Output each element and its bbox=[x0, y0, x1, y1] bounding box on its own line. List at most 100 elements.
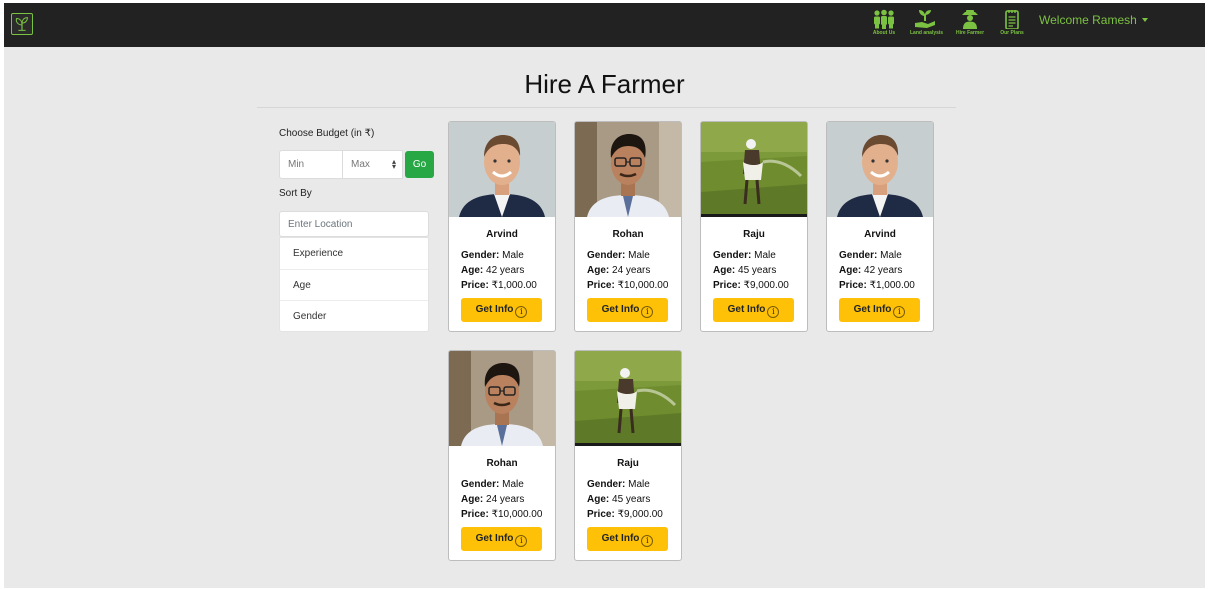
gender-label: Gender: bbox=[587, 250, 626, 261]
info-icon: i bbox=[515, 306, 528, 318]
page-title: Hire A Farmer bbox=[524, 69, 685, 99]
man-glasses-photo bbox=[575, 122, 681, 217]
gender-line: Gender: Male bbox=[713, 250, 776, 261]
get-info-label: Get Info bbox=[601, 304, 640, 315]
age-value: 45 years bbox=[612, 494, 651, 505]
farmer-field-photo bbox=[701, 122, 807, 217]
gender-line: Gender: Male bbox=[587, 479, 650, 490]
price-value: ₹9,000.00 bbox=[743, 280, 789, 291]
age-value: 45 years bbox=[738, 265, 777, 276]
price-value: ₹1,000.00 bbox=[491, 280, 537, 291]
age-line: Age: 45 years bbox=[713, 265, 776, 276]
price-line: Price: ₹9,000.00 bbox=[713, 280, 789, 291]
nav-label: About Us bbox=[872, 30, 896, 36]
price-line: Price: ₹10,000.00 bbox=[587, 280, 668, 291]
farmer-icon bbox=[962, 10, 978, 29]
age-label: Age: bbox=[587, 494, 610, 505]
age-line: Age: 42 years bbox=[839, 265, 902, 276]
plant-hand-icon bbox=[915, 10, 935, 28]
gender-value: Male bbox=[502, 479, 524, 490]
gender-line: Gender: Male bbox=[587, 250, 650, 261]
price-label: Price: bbox=[461, 280, 489, 291]
age-line: Age: 42 years bbox=[461, 265, 524, 276]
budget-min-input[interactable]: Min bbox=[279, 150, 343, 179]
stepper-arrows-icon[interactable]: ▴ ▾ bbox=[392, 158, 396, 171]
get-info-button[interactable]: Get Info i bbox=[461, 298, 542, 322]
budget-max-input[interactable]: Max ▴ ▾ bbox=[342, 150, 403, 179]
get-info-button[interactable]: Get Info i bbox=[461, 527, 542, 551]
get-info-button[interactable]: Get Info i bbox=[587, 298, 668, 322]
budget-label: Choose Budget (in ₹) bbox=[279, 128, 375, 139]
price-label: Price: bbox=[713, 280, 741, 291]
gender-line: Gender: Male bbox=[461, 250, 524, 261]
notepad-icon bbox=[1005, 10, 1019, 29]
farmer-card: Raju Gender: Male Age: 45 years Price: ₹… bbox=[700, 121, 808, 332]
info-icon: i bbox=[515, 535, 528, 547]
age-line: Age: 45 years bbox=[587, 494, 650, 505]
gender-line: Gender: Male bbox=[461, 479, 524, 490]
get-info-button[interactable]: Get Info i bbox=[713, 298, 794, 322]
price-label: Price: bbox=[839, 280, 867, 291]
title-divider bbox=[257, 107, 956, 108]
farmer-name: Raju bbox=[617, 458, 639, 469]
farmer-name: Rohan bbox=[612, 229, 644, 240]
nav-land-analysis[interactable]: Land analysis bbox=[910, 9, 944, 43]
age-value: 24 years bbox=[612, 265, 651, 276]
gender-value: Male bbox=[628, 479, 650, 490]
farmer-field-photo bbox=[575, 351, 681, 446]
age-line: Age: 24 years bbox=[587, 265, 650, 276]
age-label: Age: bbox=[713, 265, 736, 276]
age-label: Age: bbox=[461, 265, 484, 276]
farmer-name: Raju bbox=[743, 229, 765, 240]
get-info-label: Get Info bbox=[475, 533, 514, 544]
leaf-logo-icon[interactable] bbox=[11, 13, 33, 35]
get-info-button[interactable]: Get Info i bbox=[587, 527, 668, 551]
man-glasses-photo bbox=[449, 351, 555, 446]
nav-hire-farmer[interactable]: Hire Farmer bbox=[955, 9, 985, 43]
price-value: ₹9,000.00 bbox=[617, 509, 663, 520]
info-icon: i bbox=[641, 535, 654, 547]
price-value: ₹10,000.00 bbox=[617, 280, 669, 291]
sort-options-list: Experience Age Gender bbox=[279, 237, 429, 332]
gender-label: Gender: bbox=[461, 479, 500, 490]
min-placeholder: Min bbox=[288, 159, 305, 170]
sort-option-gender[interactable]: Gender bbox=[280, 300, 428, 331]
sort-option-age[interactable]: Age bbox=[280, 269, 428, 300]
top-navbar: About Us Land analysis Hire Farmer Our P… bbox=[4, 3, 1205, 47]
price-value: ₹1,000.00 bbox=[869, 280, 915, 291]
price-line: Price: ₹10,000.00 bbox=[461, 509, 542, 520]
gender-value: Male bbox=[880, 250, 902, 261]
price-line: Price: ₹9,000.00 bbox=[587, 509, 663, 520]
user-menu-dropdown[interactable]: Welcome Ramesh bbox=[1039, 13, 1148, 27]
age-value: 42 years bbox=[486, 265, 525, 276]
gender-label: Gender: bbox=[587, 479, 626, 490]
gender-line: Gender: Male bbox=[839, 250, 902, 261]
farmer-card: Rohan Gender: Male Age: 24 years Price: … bbox=[448, 350, 556, 561]
sort-option-experience[interactable]: Experience bbox=[280, 238, 428, 269]
nav-our-plans[interactable]: Our Plans bbox=[997, 9, 1027, 43]
max-placeholder: Max bbox=[351, 159, 370, 170]
age-value: 42 years bbox=[864, 265, 903, 276]
gender-label: Gender: bbox=[839, 250, 878, 261]
go-button[interactable]: Go bbox=[405, 151, 434, 178]
nav-about-us[interactable]: About Us bbox=[869, 9, 899, 43]
man-suit-photo bbox=[449, 122, 555, 217]
price-line: Price: ₹1,000.00 bbox=[461, 280, 537, 291]
price-value: ₹10,000.00 bbox=[491, 509, 543, 520]
farmer-name: Arvind bbox=[864, 229, 896, 240]
get-info-label: Get Info bbox=[475, 304, 514, 315]
page-frame: About Us Land analysis Hire Farmer Our P… bbox=[4, 3, 1205, 588]
location-placeholder: Enter Location bbox=[288, 219, 353, 230]
get-info-button[interactable]: Get Info i bbox=[839, 298, 920, 322]
nav-label: Land analysis bbox=[910, 30, 944, 36]
age-label: Age: bbox=[587, 265, 610, 276]
man-suit-photo bbox=[827, 122, 933, 217]
age-value: 24 years bbox=[486, 494, 525, 505]
price-label: Price: bbox=[587, 509, 615, 520]
get-info-label: Get Info bbox=[853, 304, 892, 315]
info-icon: i bbox=[641, 306, 654, 318]
location-input[interactable]: Enter Location bbox=[279, 211, 429, 237]
farmer-card: Arvind Gender: Male Age: 42 years Price:… bbox=[448, 121, 556, 332]
farmer-card: Raju Gender: Male Age: 45 years Price: ₹… bbox=[574, 350, 682, 561]
gender-value: Male bbox=[628, 250, 650, 261]
